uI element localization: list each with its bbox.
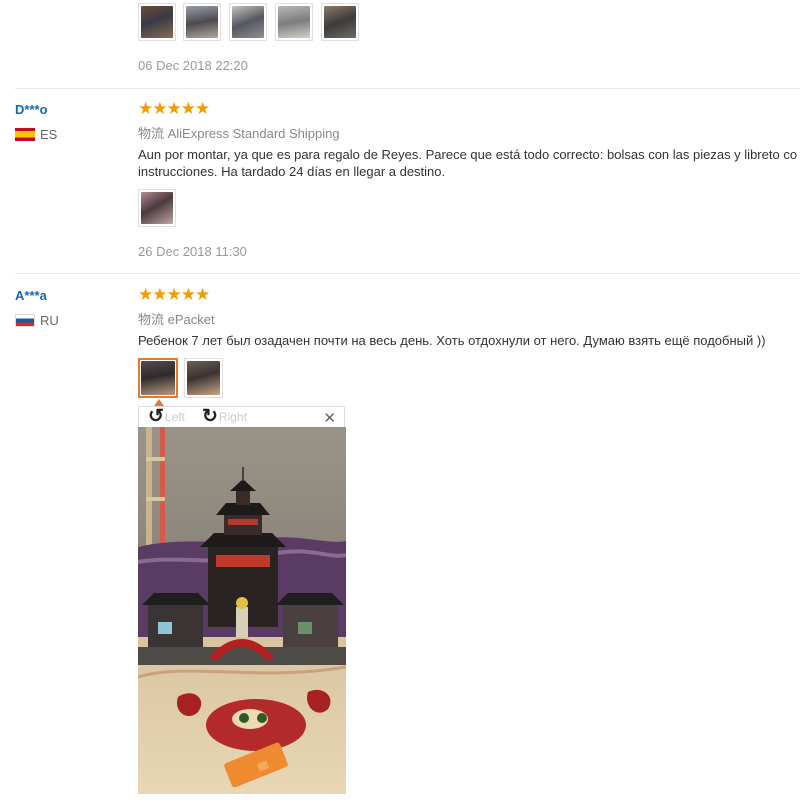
shipping-method: 物流 ePacket xyxy=(138,312,215,327)
reviewer-country: RU xyxy=(15,313,59,328)
rotate-left-button[interactable]: ↺ Left xyxy=(148,406,185,427)
rotate-right-icon: ↻ xyxy=(202,406,218,427)
review-photo-thumb-selected[interactable] xyxy=(138,358,178,398)
star-rating: ★★★★★ xyxy=(138,99,210,118)
star-rating: ★★★★★ xyxy=(138,285,210,304)
rotate-right-label: Right xyxy=(218,410,247,424)
review-separator xyxy=(15,88,800,89)
review-photo-thumb[interactable] xyxy=(229,3,267,41)
review-photo-thumb[interactable] xyxy=(138,3,176,41)
rotate-left-icon: ↺ xyxy=(148,406,164,427)
reviewer-name[interactable]: D***o xyxy=(15,102,48,117)
country-code: ES xyxy=(40,127,58,142)
shipping-method: 物流 AliExpress Standard Shipping xyxy=(138,126,340,141)
review-photo-thumb[interactable] xyxy=(184,358,223,398)
review-photo-thumb[interactable] xyxy=(183,3,221,41)
rotate-left-label: Left xyxy=(164,410,185,424)
review-date: 26 Dec 2018 11:30 xyxy=(138,244,247,259)
reviewer-country: ES xyxy=(15,127,57,142)
spain-flag-icon xyxy=(15,128,35,141)
review-photo-thumb[interactable] xyxy=(275,3,313,41)
enlarged-photo-drawing xyxy=(138,427,346,794)
review-text: Ребенок 7 лет был озадачен почти на весь… xyxy=(138,333,766,348)
review-date: 06 Dec 2018 22:20 xyxy=(138,58,248,73)
review-photo xyxy=(141,361,175,395)
review-photo xyxy=(141,6,173,38)
review-text: instrucciones. Ha tardado 24 días en lle… xyxy=(138,164,446,179)
review-photo xyxy=(186,6,218,38)
image-viewer-toolbar: ↺ Left ↻ Right ✕ xyxy=(138,406,345,427)
selected-thumb-pointer xyxy=(154,399,164,406)
country-code: RU xyxy=(40,313,59,328)
enlarged-review-photo[interactable] xyxy=(138,427,346,794)
review-separator xyxy=(15,273,800,274)
review-photo xyxy=(232,6,264,38)
reviewer-name[interactable]: A***a xyxy=(15,288,47,303)
rotate-right-button[interactable]: ↻ Right xyxy=(202,406,247,427)
review-photo xyxy=(141,192,173,224)
review-photo-thumb[interactable] xyxy=(138,189,176,227)
review-photo xyxy=(278,6,310,38)
review-photo-thumb[interactable] xyxy=(321,3,359,41)
review-photo xyxy=(324,6,356,38)
russia-flag-icon xyxy=(15,314,35,327)
close-icon[interactable]: ✕ xyxy=(323,409,336,427)
review-photo xyxy=(187,361,220,395)
